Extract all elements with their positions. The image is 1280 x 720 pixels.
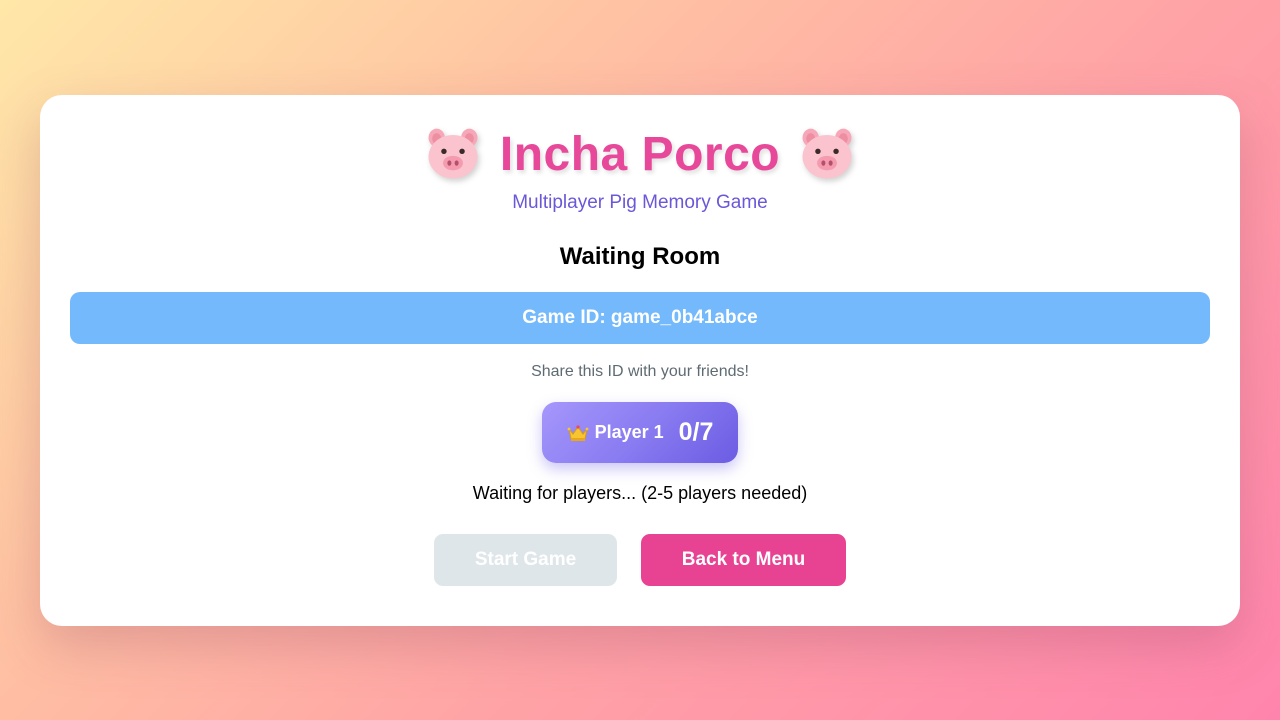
pig-face-icon [802, 128, 852, 179]
pig-face-icon [428, 128, 478, 179]
game-id-banner[interactable]: Game ID: game_0b41abce [70, 292, 1210, 344]
game-id-text: Game ID: game_0b41abce [522, 307, 758, 328]
app-subtitle: Multiplayer Pig Memory Game [512, 192, 768, 213]
waiting-room-heading: Waiting Room [559, 243, 721, 270]
title-row: Incha Porco [40, 123, 1240, 185]
waiting-status-text: Waiting for players... (2-5 players need… [472, 483, 808, 503]
player-name: Player 1 [594, 422, 664, 442]
back-to-menu-button[interactable]: Back to Menu [641, 534, 846, 586]
player-card: Player 1 0/7 [542, 402, 738, 463]
crown-icon [567, 424, 588, 441]
app-title: Incha Porco [499, 127, 781, 181]
player-score: 0/7 [678, 418, 714, 446]
start-game-button[interactable]: Start Game [434, 534, 617, 586]
share-hint-text: Share this ID with your friends! [531, 363, 749, 380]
waiting-room-card: Incha Porco Multiplayer Pig Memory Game … [40, 95, 1240, 626]
